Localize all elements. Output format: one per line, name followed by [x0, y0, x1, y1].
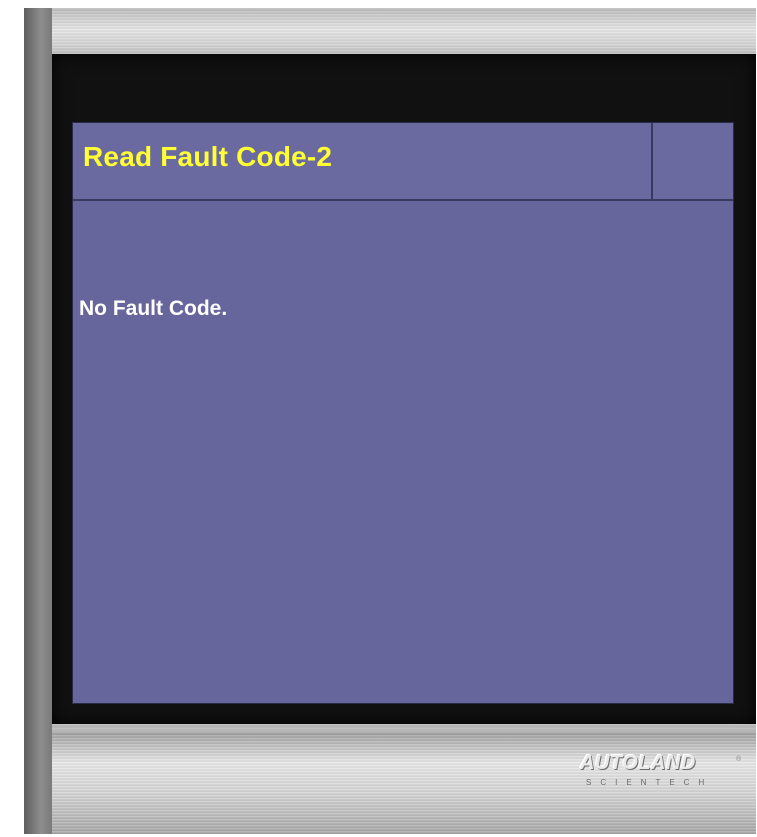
registered-mark: ® [736, 756, 742, 763]
brand-tagline: SCIENTECH [586, 778, 714, 787]
casing-left-edge [24, 8, 52, 834]
lcd-screen: Read Fault Code-2 No Fault Code. [72, 122, 734, 704]
page-title: Read Fault Code-2 [83, 141, 333, 172]
brand-name: AUTOLAND [580, 752, 696, 774]
header-status-cell [651, 123, 733, 199]
brand-logo: AUTOLAND ® SCIENTECH [580, 752, 742, 802]
screen-body: No Fault Code. [73, 201, 733, 703]
screen-header: Read Fault Code-2 [73, 123, 733, 201]
fault-code-message: No Fault Code. [79, 297, 228, 320]
